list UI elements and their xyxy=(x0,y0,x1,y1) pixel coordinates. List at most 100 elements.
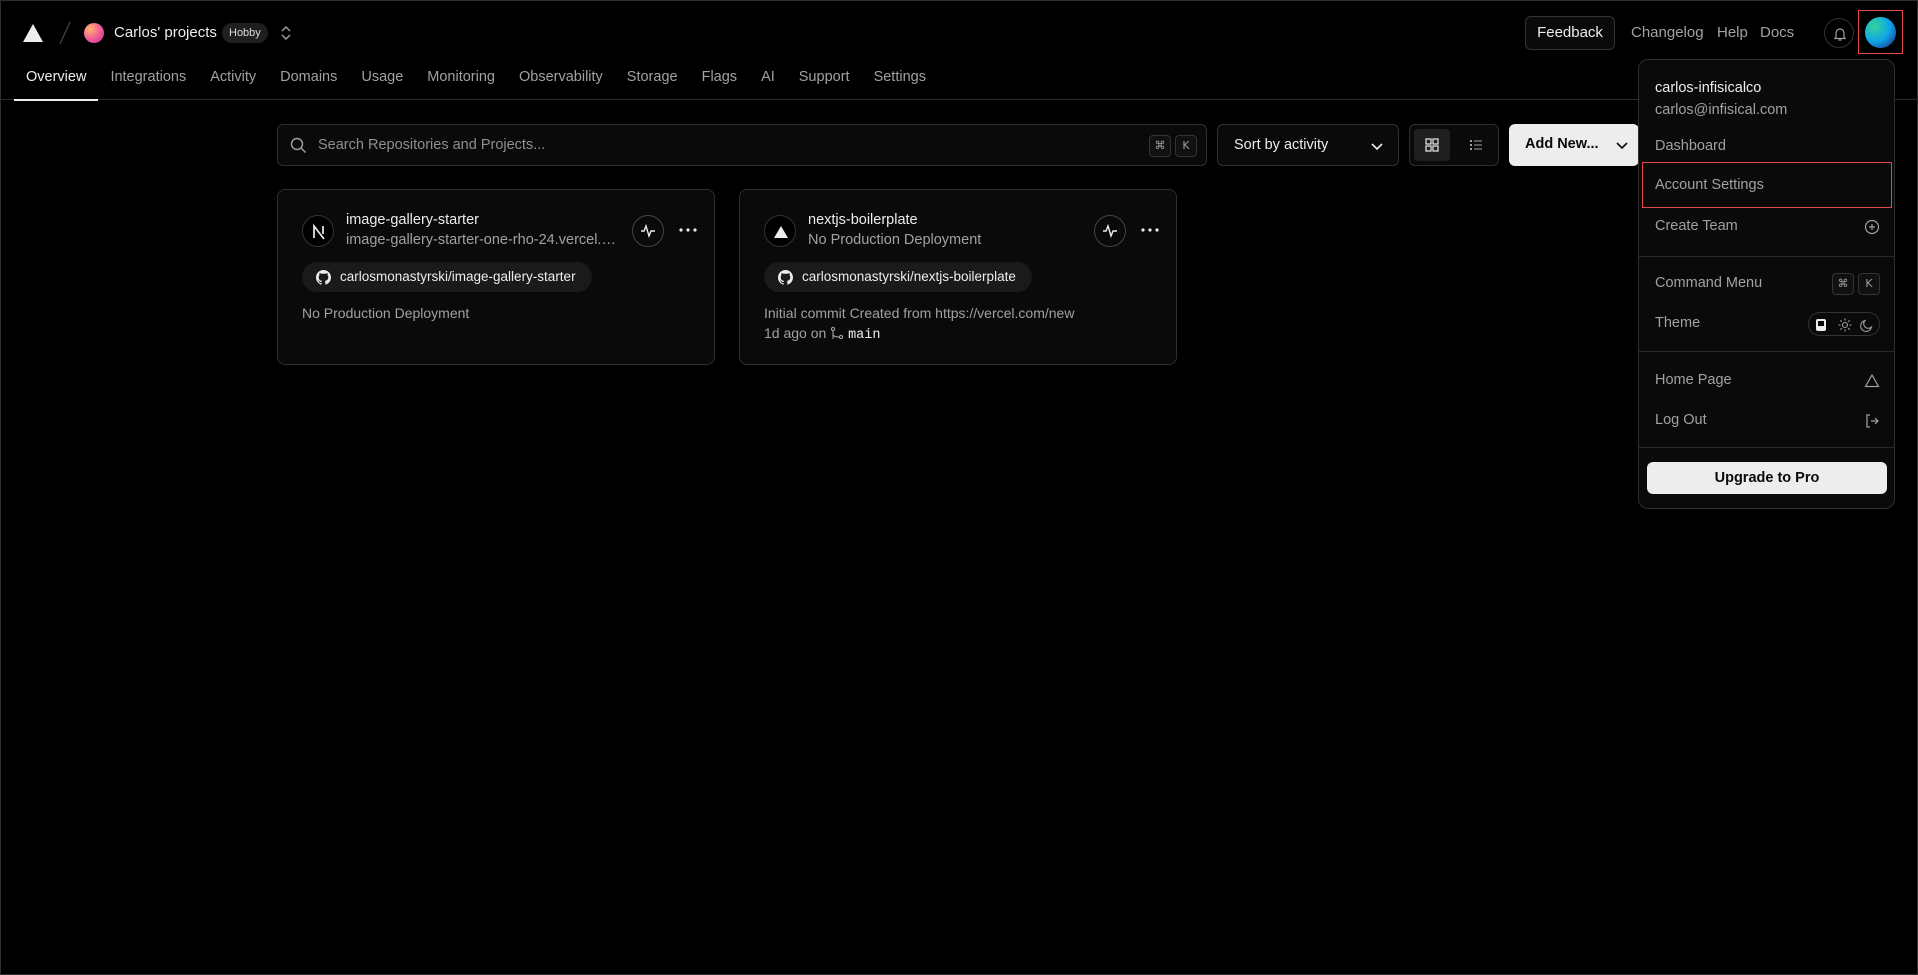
notifications-button[interactable] xyxy=(1824,18,1854,48)
activity-button[interactable] xyxy=(1094,215,1126,247)
plus-circle-icon xyxy=(1864,219,1880,235)
changelog-link[interactable]: Changelog xyxy=(1631,24,1704,41)
vercel-logo-icon[interactable] xyxy=(22,22,44,44)
project-card[interactable]: image-gallery-starter image-gallery-star… xyxy=(277,189,715,365)
menu-item-label: Home Page xyxy=(1655,372,1732,388)
github-icon xyxy=(778,270,793,285)
upgrade-to-pro-button[interactable]: Upgrade to Pro xyxy=(1647,462,1887,494)
commit-message: Initial commit Created from https://verc… xyxy=(764,305,1075,321)
grid-view-button[interactable] xyxy=(1414,129,1450,161)
view-toggle xyxy=(1409,124,1499,166)
menu-item-dashboard[interactable]: Dashboard xyxy=(1639,128,1894,166)
more-options-icon[interactable] xyxy=(676,220,700,240)
tab-integrations[interactable]: Integrations xyxy=(98,62,198,100)
project-domain-link[interactable]: image-gallery-starter-one-rho-24.vercel.… xyxy=(346,232,616,248)
tab-settings[interactable]: Settings xyxy=(862,62,938,100)
add-new-button[interactable]: Add New... xyxy=(1509,124,1639,166)
team-avatar[interactable] xyxy=(84,23,104,43)
tab-support[interactable]: Support xyxy=(787,62,862,100)
menu-item-command-menu[interactable]: Command Menu ⌘ K xyxy=(1639,265,1894,303)
menu-divider xyxy=(1639,447,1894,448)
add-new-label: Add New... xyxy=(1525,136,1599,152)
menu-username: carlos-infisicalco xyxy=(1655,80,1762,96)
feedback-button[interactable]: Feedback xyxy=(1525,16,1615,50)
search-input[interactable] xyxy=(318,125,1018,165)
menu-item-create-team[interactable]: Create Team xyxy=(1639,208,1894,246)
repo-link[interactable]: carlosmonastyrski/image-gallery-starter xyxy=(302,262,592,292)
sort-label: Sort by activity xyxy=(1234,137,1329,153)
team-switcher-icon[interactable] xyxy=(278,23,294,43)
git-branch-icon xyxy=(831,326,844,340)
nextjs-icon xyxy=(302,215,334,247)
system-theme-icon[interactable] xyxy=(1813,317,1829,333)
theme-switcher xyxy=(1808,312,1880,336)
tab-observability[interactable]: Observability xyxy=(507,62,615,100)
search-bar[interactable]: ⌘ K xyxy=(277,124,1207,166)
more-options-icon[interactable] xyxy=(1138,220,1162,240)
menu-item-account-settings[interactable]: Account Settings xyxy=(1642,162,1892,208)
activity-pulse-icon xyxy=(1103,224,1117,238)
team-name[interactable]: Carlos' projects xyxy=(114,24,217,41)
commit-info: 1d ago on main xyxy=(764,325,880,343)
vercel-triangle-icon xyxy=(764,215,796,247)
bell-icon xyxy=(1833,28,1847,41)
tab-activity[interactable]: Activity xyxy=(198,62,268,100)
plan-badge: Hobby xyxy=(222,23,268,43)
project-name[interactable]: image-gallery-starter xyxy=(346,212,479,228)
chevron-down-icon xyxy=(1371,143,1383,151)
shortcut-k-key: K xyxy=(1175,135,1197,157)
tab-overview[interactable]: Overview xyxy=(14,62,99,101)
user-avatar-button[interactable] xyxy=(1858,10,1903,54)
menu-item-label: Create Team xyxy=(1655,218,1738,234)
deployment-status: No Production Deployment xyxy=(808,232,982,248)
menu-divider xyxy=(1639,256,1894,257)
repo-name: carlosmonastyrski/nextjs-boilerplate xyxy=(802,269,1016,284)
tab-ai[interactable]: AI xyxy=(749,62,787,100)
project-card[interactable]: nextjs-boilerplate No Production Deploym… xyxy=(739,189,1177,365)
menu-item-label: Dashboard xyxy=(1655,138,1726,154)
menu-item-label: Account Settings xyxy=(1655,177,1764,193)
help-link[interactable]: Help xyxy=(1717,24,1748,41)
grid-icon xyxy=(1425,138,1439,152)
menu-item-theme: Theme xyxy=(1639,305,1894,343)
sort-dropdown[interactable]: Sort by activity xyxy=(1217,124,1399,166)
tab-domains[interactable]: Domains xyxy=(268,62,349,100)
commit-time: 1d ago on xyxy=(764,325,827,341)
command-shortcut: ⌘ K xyxy=(1828,273,1880,295)
repo-link[interactable]: carlosmonastyrski/nextjs-boilerplate xyxy=(764,262,1032,292)
shortcut-cmd-key: ⌘ xyxy=(1149,135,1171,157)
light-theme-icon[interactable] xyxy=(1837,317,1853,333)
project-name[interactable]: nextjs-boilerplate xyxy=(808,212,918,228)
top-header: Carlos' projects Hobby Feedback Changelo… xyxy=(0,0,1918,101)
menu-item-home-page[interactable]: Home Page xyxy=(1639,362,1894,400)
project-nav-tabs: Overview Integrations Activity Domains U… xyxy=(14,62,938,101)
activity-button[interactable] xyxy=(632,215,664,247)
tab-monitoring[interactable]: Monitoring xyxy=(415,62,507,100)
menu-item-label: Command Menu xyxy=(1655,275,1763,291)
menu-item-log-out[interactable]: Log Out xyxy=(1639,402,1894,440)
menu-item-label: Theme xyxy=(1655,315,1701,331)
breadcrumb-separator xyxy=(59,21,71,45)
menu-email: carlos@infisical.com xyxy=(1655,102,1788,118)
menu-divider xyxy=(1639,351,1894,352)
branch-name[interactable]: main xyxy=(848,328,880,343)
chevron-down-icon xyxy=(1616,142,1628,150)
deployment-status: No Production Deployment xyxy=(302,305,470,321)
tab-storage[interactable]: Storage xyxy=(615,62,690,100)
activity-pulse-icon xyxy=(641,224,655,238)
menu-item-label: Log Out xyxy=(1655,412,1707,428)
list-view-button[interactable] xyxy=(1458,129,1494,161)
dark-theme-icon[interactable] xyxy=(1859,317,1875,333)
search-icon xyxy=(290,137,306,153)
vercel-triangle-icon xyxy=(1864,373,1880,388)
user-dropdown-menu: carlos-infisicalco carlos@infisical.com … xyxy=(1638,59,1895,509)
list-icon xyxy=(1470,140,1482,150)
logout-icon xyxy=(1866,414,1879,428)
shortcut-k-key: K xyxy=(1858,273,1880,295)
docs-link[interactable]: Docs xyxy=(1760,24,1794,41)
avatar xyxy=(1865,17,1896,48)
github-icon xyxy=(316,270,331,285)
tab-usage[interactable]: Usage xyxy=(349,62,415,100)
tab-flags[interactable]: Flags xyxy=(690,62,749,100)
shortcut-cmd-key: ⌘ xyxy=(1832,273,1854,295)
